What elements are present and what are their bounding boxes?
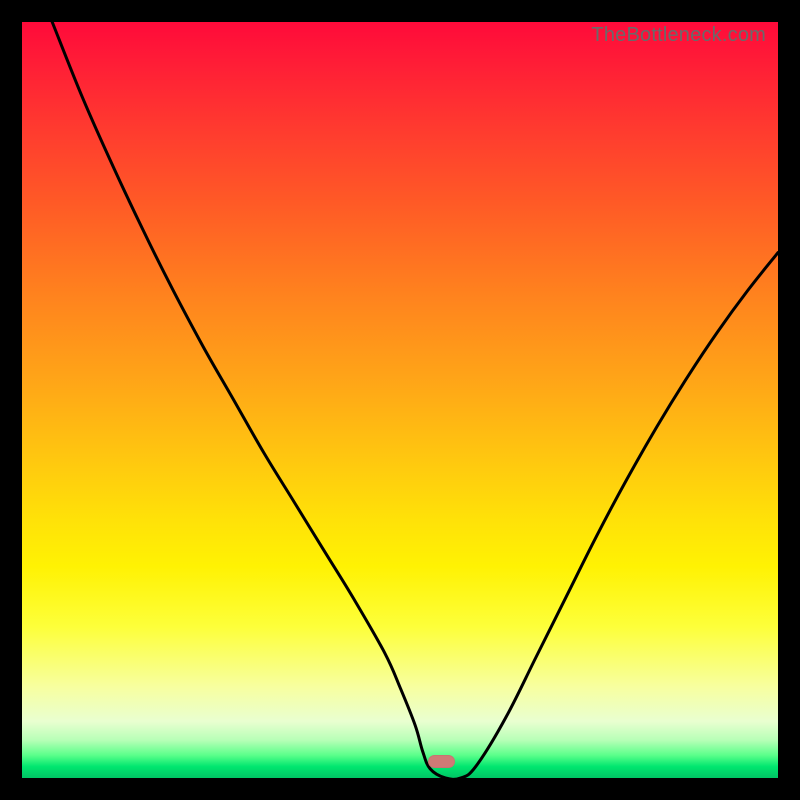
plot-area: TheBottleneck.com [22,22,778,778]
optimum-marker-track [22,754,778,768]
bottleneck-curve [22,22,778,778]
curve-path [52,22,778,779]
optimum-marker [428,755,455,768]
chart-frame: TheBottleneck.com [0,0,800,800]
